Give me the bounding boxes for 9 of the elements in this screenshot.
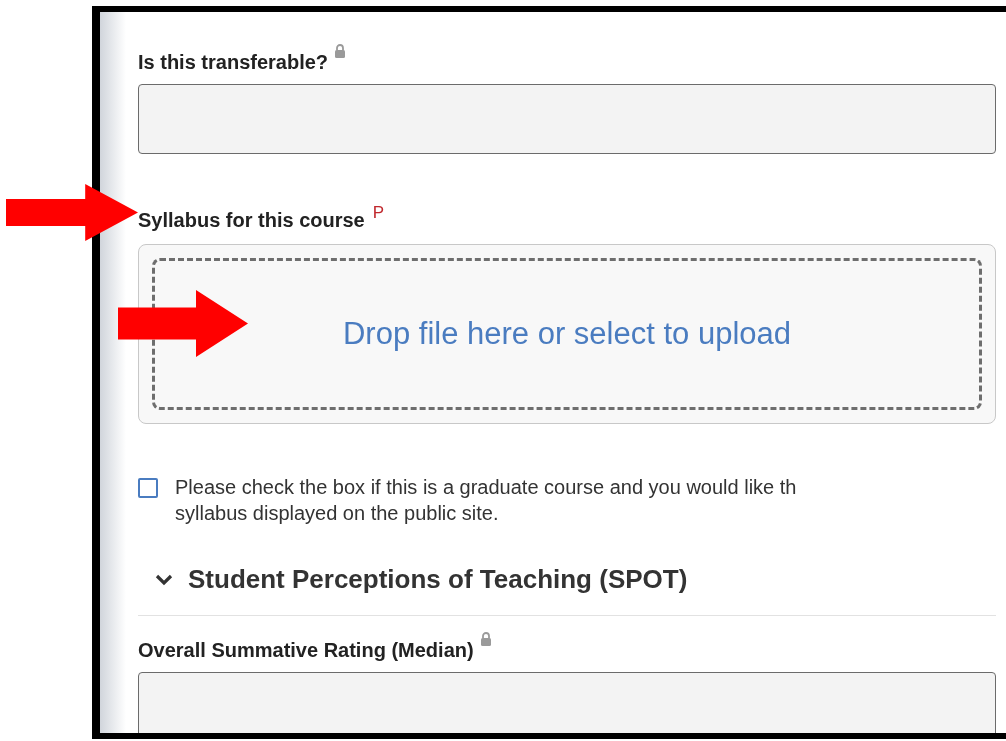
chevron-down-icon[interactable] — [154, 572, 174, 587]
checkbox[interactable] — [138, 478, 158, 498]
field-label: Syllabus for this course — [138, 208, 365, 232]
checkbox-label: Please check the box if this is a graduate course and you would like th syllabus displayed on the public site. — [175, 475, 797, 526]
upload-prompt[interactable]: Drop file here or select to upload — [342, 310, 791, 358]
field-label: Is this transferable? — [138, 50, 329, 74]
field-label: Overall Summative Rating (Median) — [138, 638, 474, 662]
required-marker: P — [372, 202, 385, 224]
section-heading: Student Perceptions of Teaching (SPOT) — [188, 563, 688, 596]
